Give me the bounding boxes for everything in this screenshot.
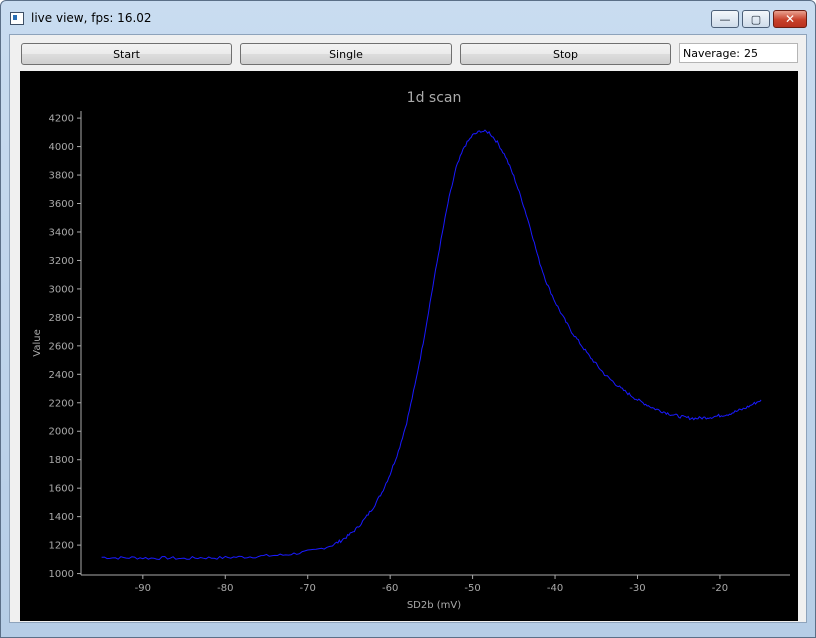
client-area: Start Single Stop Naverage: 25 1d scan V…: [9, 34, 807, 623]
y-tick-label: 1400: [49, 512, 74, 523]
y-tick-label: 3400: [49, 227, 74, 238]
close-button[interactable]: ✕: [773, 10, 807, 28]
naverage-field[interactable]: Naverage: 25: [679, 43, 798, 63]
plot-area[interactable]: 1d scan Value SD2b (mV) 1000 1200 1400 1600…: [20, 71, 798, 621]
y-tick-label: 1800: [49, 455, 74, 466]
y-tick-label: 2000: [49, 427, 74, 438]
series-group: [101, 129, 762, 561]
start-button[interactable]: Start: [21, 43, 232, 65]
minimize-button[interactable]: —: [711, 10, 739, 28]
y-tick-label: 2600: [49, 341, 74, 352]
title-bar[interactable]: live view, fps: 16.02 — ▢ ✕: [1, 1, 815, 35]
y-tick-label: 3800: [49, 171, 74, 182]
x-tick-label: -30: [629, 583, 645, 594]
y-tick-label: 3200: [49, 256, 74, 267]
x-axis-label: SD2b (mV): [407, 600, 461, 611]
y-tick-label: 1600: [49, 484, 74, 495]
axes: 1000 1200 1400 1600 1800 2000 2200 2400 2600 2800…: [49, 111, 790, 594]
y-tick-label: 3000: [49, 284, 74, 295]
y-tick-label: 1000: [49, 569, 74, 580]
y-tick-label: 4200: [49, 114, 74, 125]
stop-button[interactable]: Stop: [460, 43, 671, 65]
x-tick-label: -60: [382, 583, 398, 594]
y-tick-label: 2800: [49, 313, 74, 324]
window-title: live view, fps: 16.02: [31, 11, 152, 25]
scan-plot[interactable]: 1d scan Value SD2b (mV) 1000 1200 1400 1600…: [20, 71, 798, 621]
y-axis-label: Value: [32, 329, 43, 356]
app-window-icon: [10, 12, 24, 25]
y-tick-label: 2400: [49, 370, 74, 381]
maximize-icon: ▢: [750, 12, 762, 26]
naverage-label: Naverage:: [683, 47, 740, 60]
y-tick-label: 2200: [49, 398, 74, 409]
y-tick-label: 4000: [49, 142, 74, 153]
naverage-value[interactable]: 25: [744, 47, 758, 60]
minimize-icon: —: [719, 12, 731, 26]
x-tick-label: -40: [547, 583, 563, 594]
live-view-window: live view, fps: 16.02 — ▢ ✕ Start Single…: [0, 0, 816, 638]
single-button[interactable]: Single: [240, 43, 452, 65]
y-tick-label: 1200: [49, 541, 74, 552]
x-tick-label: -70: [300, 583, 316, 594]
x-tick-label: -80: [217, 583, 233, 594]
close-icon: ✕: [784, 12, 796, 26]
plot-title: 1d scan: [407, 90, 462, 106]
x-tick-label: -90: [135, 583, 151, 594]
maximize-button[interactable]: ▢: [742, 10, 770, 28]
x-tick-label: -50: [464, 583, 480, 594]
x-tick-label: -20: [712, 583, 728, 594]
y-tick-label: 3600: [49, 199, 74, 210]
series-line: [101, 129, 762, 561]
